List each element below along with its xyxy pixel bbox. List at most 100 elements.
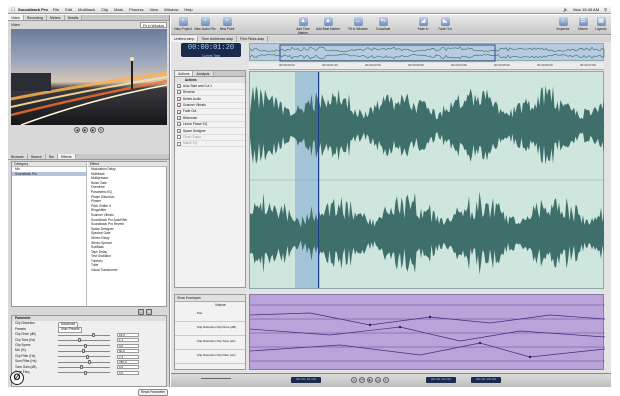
duration-timecode[interactable]: 00:00:00:00 (471, 377, 501, 383)
parameter-slider[interactable] (58, 343, 110, 348)
action-checkbox[interactable]: ✓ (177, 109, 181, 114)
action-item[interactable]: Match EQ (175, 141, 245, 148)
menu-mark[interactable]: Mark (114, 7, 123, 12)
menu-process[interactable]: Process (129, 7, 143, 12)
parameter-value-field[interactable]: 0.0 (117, 370, 139, 375)
action-checkbox[interactable]: ✓ (177, 116, 181, 121)
parameter-value-field[interactable]: 7.3 (117, 354, 139, 359)
menu-edit[interactable]: Edit (65, 7, 72, 12)
waveform-overview[interactable] (249, 43, 605, 62)
go-start-icon[interactable]: ⏮ (359, 377, 365, 383)
action-checkbox[interactable]: ✓ (177, 90, 181, 95)
effect-item[interactable]: Visual Transformer (88, 268, 167, 273)
slider-knob[interactable] (84, 343, 87, 348)
tab-details[interactable]: Details (64, 15, 83, 20)
main-area: + New Project + New Audio File + New Point ▲ Ad… (171, 15, 611, 387)
menu-clip[interactable]: Clip (101, 7, 108, 12)
menu-file[interactable]: File (53, 7, 59, 12)
toolbar-tool[interactable]: ▲ Add Time Marker (291, 17, 315, 35)
parameter-value-field[interactable]: 780.0 (117, 359, 139, 364)
toolbar-tool[interactable]: + New Project (171, 17, 195, 31)
tab-search[interactable]: Search (27, 154, 46, 159)
playhead[interactable] (318, 72, 319, 288)
slider-knob[interactable] (86, 354, 89, 359)
toolbar-tool[interactable]: ▲ Add Beat Marker (316, 17, 340, 31)
play-main-icon[interactable]: ▶ (367, 377, 373, 383)
fit-window-popup[interactable]: Fit in Window (139, 22, 167, 28)
parameter-slider[interactable] (58, 370, 110, 375)
tab-actions[interactable]: Actions (175, 71, 194, 76)
rewind-icon[interactable]: ◀ (74, 127, 80, 133)
menu-multitrack[interactable]: Multitrack (78, 7, 95, 12)
document-tabs: Untitled.stmp Time Ambience.stap Film Fl… (171, 36, 611, 42)
menu-view[interactable]: View (150, 7, 159, 12)
slider-knob[interactable] (88, 359, 91, 364)
end-timecode[interactable]: 00:00:08:00 (426, 377, 456, 383)
toolbar-tool[interactable]: + New Point (215, 17, 239, 31)
volume-icon[interactable]: 🔊 (563, 7, 568, 12)
waveform-editor[interactable] (249, 71, 605, 289)
action-checkbox[interactable]: ✓ (177, 96, 181, 101)
parameter-value-field[interactable]: 0.0 (117, 343, 139, 348)
parameter-slider[interactable] (58, 365, 110, 370)
envelope-editor[interactable] (249, 294, 606, 370)
go-end-icon[interactable]: ⏭ (375, 377, 381, 383)
toolbar-tool[interactable]: ⇋ Crossfade (371, 17, 395, 31)
action-checkbox[interactable] (177, 141, 181, 146)
toolbar-tool[interactable]: ↔ Fit to Window (346, 17, 370, 31)
toolbar-tool[interactable]: ▦ Layouts (589, 17, 613, 31)
timeline-ruler[interactable]: 00:00:00:00 00:00:01:00 00:00:02:00 00:00:0… (249, 63, 604, 70)
parameter-slider[interactable] (58, 332, 110, 337)
toolbar-tool[interactable]: + New Audio File (193, 17, 217, 31)
show-envelopes-popup[interactable]: Show Envelopes (175, 295, 245, 302)
toolbar: + New Project + New Audio File + New Point ▲ Ad… (171, 15, 611, 35)
waveform-left-channel (250, 85, 604, 165)
slider-knob[interactable] (84, 370, 87, 375)
parameter-value-field[interactable]: 50.0 (117, 349, 139, 354)
spotlight-icon[interactable]: ⚲ (604, 7, 607, 12)
tab-video[interactable]: Video (8, 15, 24, 20)
record-icon[interactable]: ● (351, 377, 357, 383)
toolbar-tool-icon: ◣ (440, 17, 450, 26)
slider-knob[interactable] (82, 349, 85, 354)
parameter-slider[interactable] (58, 349, 110, 354)
tab-browser[interactable]: Browser (8, 154, 28, 159)
clock[interactable]: Mon 15:40 AM (573, 7, 599, 12)
action-checkbox[interactable]: ✓ (177, 128, 181, 133)
tab-effects[interactable]: Effects (58, 154, 76, 159)
loop-icon[interactable]: ↻ (98, 127, 104, 133)
toolbar-tool-icon: ☰ (578, 17, 588, 26)
slider-knob[interactable] (78, 338, 81, 343)
tab-analysis[interactable]: Analysis (193, 71, 214, 76)
tab-meters[interactable]: Meters (46, 15, 65, 20)
parameter-value-field[interactable]: 0.0 (117, 365, 139, 370)
loop-main-icon[interactable]: ↻ (383, 377, 389, 383)
slider-knob[interactable] (80, 365, 83, 370)
action-checkbox[interactable]: ✓ (177, 103, 181, 108)
tab-document-3[interactable]: Film Flicks.stap (237, 36, 269, 42)
tab-document-2[interactable]: Time Ambience.stap (198, 36, 238, 42)
category-item[interactable]: Soundtrack Pro (12, 171, 86, 177)
parameter-value-field[interactable]: 18.0 (117, 332, 139, 337)
toolbar-tool[interactable]: ◢ Fade In (411, 17, 435, 31)
slider-knob[interactable] (92, 332, 95, 337)
start-timecode[interactable]: 00:00:01:20 (291, 377, 321, 383)
parameter-value-field[interactable]: 1.1 (117, 338, 139, 343)
tab-document-1[interactable]: Untitled.stmp (171, 36, 199, 42)
action-checkbox[interactable] (177, 135, 181, 140)
app-menu[interactable]: Soundtrack Pro (18, 7, 48, 12)
menu-window[interactable]: Window (164, 7, 178, 12)
action-checkbox[interactable]: ✓ (177, 122, 181, 127)
parameter-slider[interactable] (58, 359, 110, 364)
tab-recording[interactable]: Recording (23, 15, 47, 20)
menu-help[interactable]: Help (184, 7, 192, 12)
play-icon[interactable]: ▶ (82, 127, 88, 133)
zoom-slider[interactable] (201, 378, 231, 379)
parameter-slider[interactable] (58, 354, 110, 359)
parameter-slider[interactable] (58, 338, 110, 343)
toolbar-tool[interactable]: ◣ Fade Out (433, 17, 457, 31)
action-checkbox[interactable]: ✓ (177, 84, 181, 89)
tab-bin[interactable]: Bin (45, 154, 58, 159)
apple-menu-icon[interactable]:  (8, 7, 18, 13)
forward-icon[interactable]: ▶ (90, 127, 96, 133)
